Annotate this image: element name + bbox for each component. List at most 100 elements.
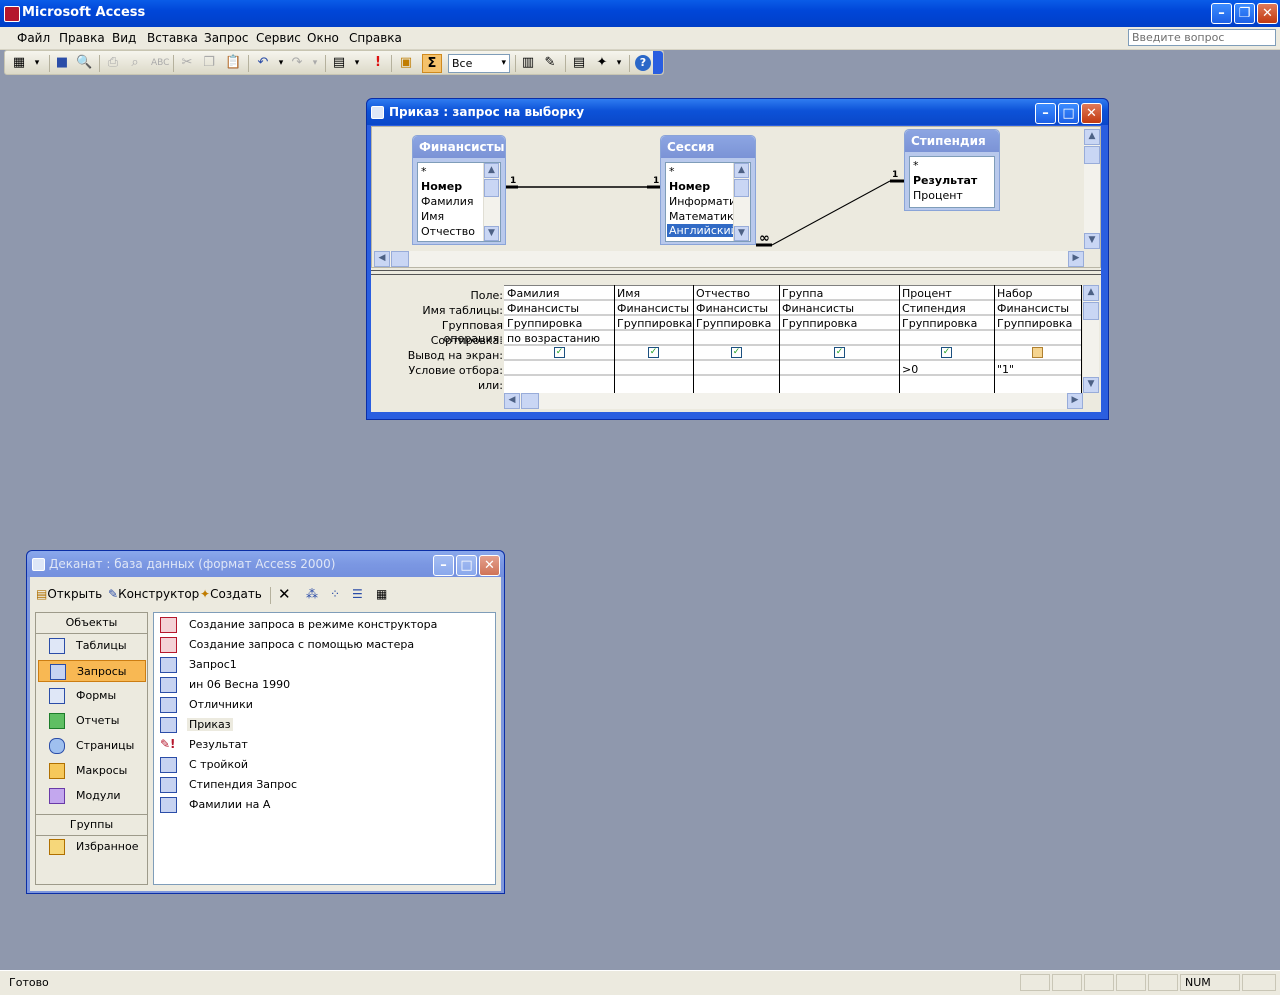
table-box-financiers[interactable]: Финансисты * Номер Фамилия Имя Отчество … [412, 135, 506, 245]
scroll-up-icon[interactable]: ▲ [484, 163, 499, 178]
scroll-thumb[interactable] [484, 179, 499, 197]
minimize-button[interactable]: – [1211, 3, 1232, 24]
cut-icon[interactable]: ✂ [179, 55, 195, 71]
scroll-thumb[interactable] [734, 179, 749, 197]
scroll-thumb[interactable] [521, 393, 539, 409]
menu-query[interactable]: Запрос [204, 31, 248, 45]
restore-button[interactable]: ❐ [1234, 3, 1255, 24]
field-item[interactable]: * [669, 165, 675, 178]
paste-icon[interactable]: 📋 [225, 55, 241, 71]
grid-group-cell[interactable]: Группировка [694, 317, 779, 330]
grid-horizontal-scrollbar[interactable]: ◀ ▶ [504, 393, 1083, 409]
print-preview-icon[interactable]: ⌕ [127, 55, 143, 71]
pane-splitter[interactable] [371, 270, 1101, 275]
scroll-right-icon[interactable]: ▶ [1067, 393, 1083, 409]
build-icon[interactable]: ✎ [542, 55, 558, 71]
objects-header[interactable]: Объекты [36, 613, 147, 634]
field-item[interactable]: * [421, 165, 427, 178]
field-list-scrollbar[interactable]: ▲ ▼ [483, 163, 500, 241]
grid-field-cell[interactable]: Отчество [694, 287, 779, 300]
field-list-scrollbar[interactable]: ▲ ▼ [733, 163, 750, 241]
ask-question-input[interactable]: Введите вопрос [1128, 29, 1276, 46]
field-item[interactable]: Результат [913, 174, 977, 187]
scroll-down-icon[interactable]: ▼ [1083, 377, 1099, 393]
field-item[interactable]: Фамилия [421, 195, 473, 208]
menu-view[interactable]: Вид [112, 31, 136, 45]
grid-table-cell[interactable]: Финансисты [780, 302, 899, 315]
grid-field-cell[interactable]: Набор [995, 287, 1081, 300]
redo-icon[interactable]: ↷ [289, 55, 305, 71]
grid-show-checkbox[interactable]: ✓ [648, 347, 659, 358]
grid-table-cell[interactable]: Стипендия [900, 302, 994, 315]
field-item[interactable]: * [913, 159, 919, 172]
grid-table-cell[interactable]: Финансисты [615, 302, 693, 315]
new-object-dropdown-icon[interactable]: ▾ [611, 55, 627, 71]
scroll-right-icon[interactable]: ▶ [1068, 251, 1084, 267]
properties-icon[interactable]: ▥ [520, 55, 536, 71]
grid-group-cell[interactable]: Группировка [505, 317, 614, 330]
field-item[interactable]: Номер [421, 180, 462, 193]
file-search-icon[interactable]: 🔍 [76, 55, 92, 71]
field-item[interactable]: Имя [421, 210, 444, 223]
scroll-up-icon[interactable]: ▲ [1083, 285, 1099, 301]
table-box-scholarship[interactable]: Стипендия * Результат Процент [904, 129, 1000, 211]
query-maximize-button[interactable]: □ [1058, 103, 1079, 124]
toolbar-options-handle[interactable] [653, 51, 663, 74]
object-reports[interactable]: Отчеты [38, 710, 146, 732]
close-button[interactable]: ✕ [1257, 3, 1278, 24]
grid-show-checkbox-unchecked[interactable] [1032, 347, 1043, 358]
dropdown-arrow-icon[interactable]: ▾ [29, 55, 45, 71]
grid-field-cell[interactable]: Фамилия [505, 287, 614, 300]
grid-table-cell[interactable]: Финансисты [505, 302, 614, 315]
grid-vertical-scrollbar[interactable]: ▲ ▼ [1083, 285, 1099, 393]
menu-help[interactable]: Справка [349, 31, 402, 45]
field-item[interactable]: Номер [669, 180, 710, 193]
grid-show-checkbox[interactable]: ✓ [731, 347, 742, 358]
table-pane-vertical-scrollbar[interactable]: ▲ ▼ [1084, 129, 1100, 249]
field-item-selected[interactable]: Английский я [667, 224, 735, 237]
query-type-dropdown-icon[interactable]: ▾ [349, 55, 365, 71]
scroll-down-icon[interactable]: ▼ [734, 226, 749, 241]
scroll-up-icon[interactable]: ▲ [734, 163, 749, 178]
grid-table-cell[interactable]: Финансисты [995, 302, 1081, 315]
scroll-down-icon[interactable]: ▼ [484, 226, 499, 241]
field-item[interactable]: Математика [669, 210, 740, 223]
scroll-down-icon[interactable]: ▼ [1084, 233, 1100, 249]
group-favorites[interactable]: Избранное [38, 836, 146, 858]
groups-header[interactable]: Группы [36, 814, 147, 836]
table-pane-horizontal-scrollbar[interactable]: ◀ ▶ [374, 251, 1084, 267]
run-icon[interactable]: ! [370, 55, 386, 71]
object-forms[interactable]: Формы [38, 685, 146, 707]
show-table-icon[interactable]: ▣ [398, 55, 414, 71]
details-view-icon[interactable]: ▦ [376, 587, 387, 601]
query-close-button[interactable]: ✕ [1081, 103, 1102, 124]
totals-sigma-button[interactable]: Σ [422, 54, 442, 73]
object-queries-selected[interactable]: Запросы [38, 660, 146, 682]
scroll-up-icon[interactable]: ▲ [1084, 129, 1100, 145]
query-minimize-button[interactable]: – [1035, 103, 1056, 124]
db-minimize-button[interactable]: – [433, 555, 454, 576]
menu-tools[interactable]: Сервис [256, 31, 301, 45]
scroll-left-icon[interactable]: ◀ [374, 251, 390, 267]
spelling-icon[interactable]: ABC [151, 55, 169, 71]
design-button[interactable]: ✎Конструктор [108, 587, 199, 601]
grid-group-cell[interactable]: Группировка [995, 317, 1081, 330]
grid-sort-cell[interactable]: по возрастанию [505, 332, 614, 345]
field-item[interactable]: Отчество [421, 225, 475, 238]
list-view-icon[interactable]: ☰ [352, 587, 363, 601]
undo-icon[interactable]: ↶ [255, 55, 271, 71]
menu-window[interactable]: Окно [307, 31, 339, 45]
open-button[interactable]: ▤Открыть [36, 587, 102, 601]
database-window-icon[interactable]: ▤ [571, 55, 587, 71]
object-macros[interactable]: Макросы [38, 760, 146, 782]
grid-field-cell[interactable]: Имя [615, 287, 693, 300]
top-values-select[interactable]: Все ▾ [448, 54, 510, 73]
table-title[interactable]: Финансисты [413, 136, 505, 158]
view-icon[interactable]: ▦ [11, 55, 27, 71]
scroll-thumb[interactable] [1084, 146, 1100, 164]
db-maximize-button[interactable]: □ [456, 555, 477, 576]
help-icon[interactable]: ? [635, 55, 651, 71]
grid-show-checkbox[interactable]: ✓ [941, 347, 952, 358]
query-type-icon[interactable]: ▤ [331, 55, 347, 71]
grid-criteria-cell[interactable]: >0 [900, 363, 994, 376]
